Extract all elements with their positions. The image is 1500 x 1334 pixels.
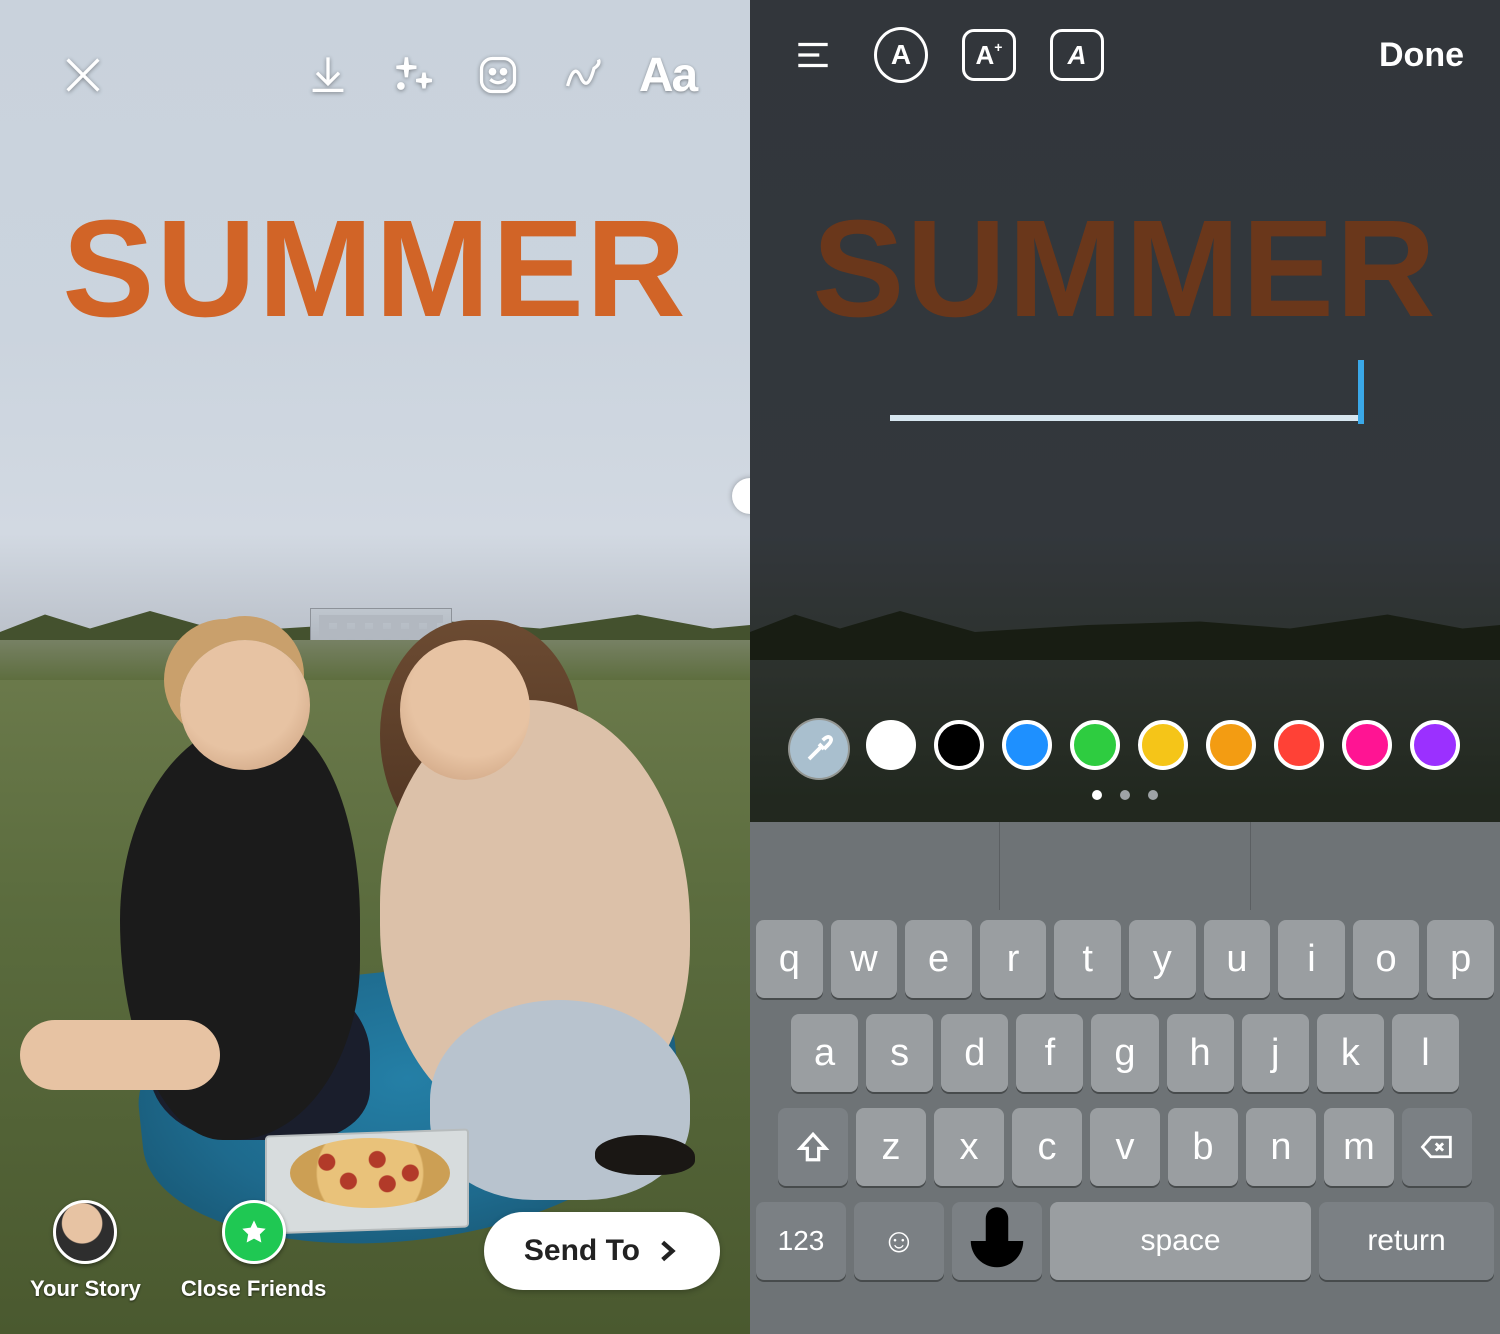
key-x[interactable]: x (934, 1108, 1004, 1186)
color-swatch[interactable] (1070, 720, 1120, 770)
key-c[interactable]: c (1012, 1108, 1082, 1186)
color-swatch[interactable] (1274, 720, 1324, 770)
dictate-key[interactable] (952, 1202, 1042, 1280)
key-h[interactable]: h (1167, 1014, 1234, 1092)
key-q[interactable]: q (756, 920, 823, 998)
avatar (53, 1200, 117, 1264)
send-to-label: Send To (524, 1234, 640, 1268)
emoji-key[interactable]: ☺ (854, 1202, 944, 1280)
key-i[interactable]: i (1278, 920, 1345, 998)
key-y[interactable]: y (1129, 920, 1196, 998)
key-o[interactable]: o (1353, 920, 1420, 998)
shift-key[interactable] (778, 1108, 848, 1186)
key-f[interactable]: f (1016, 1014, 1083, 1092)
color-swatch[interactable] (866, 720, 916, 770)
color-page-dots (750, 790, 1500, 800)
key-v[interactable]: v (1090, 1108, 1160, 1186)
keyboard-suggestion-bar (750, 822, 1500, 910)
key-g[interactable]: g (1091, 1014, 1158, 1092)
key-s[interactable]: s (866, 1014, 933, 1092)
star-icon (222, 1200, 286, 1264)
done-button[interactable]: Done (1379, 36, 1464, 75)
key-a[interactable]: a (791, 1014, 858, 1092)
page-dot[interactable] (1148, 790, 1158, 800)
color-swatch[interactable] (1002, 720, 1052, 770)
chevron-right-icon (654, 1238, 680, 1264)
suggestion-slot[interactable] (1000, 822, 1250, 910)
on-screen-keyboard: qwertyuiop asdfghjkl zxcvbnm 123 ☺ space… (750, 910, 1500, 1334)
key-d[interactable]: d (941, 1014, 1008, 1092)
key-r[interactable]: r (980, 920, 1047, 998)
story-overlay-text[interactable]: SUMMER (0, 190, 750, 349)
your-story-button[interactable]: Your Story (30, 1200, 141, 1302)
color-swatch-row (750, 720, 1500, 778)
page-dot[interactable] (1120, 790, 1130, 800)
key-l[interactable]: l (1392, 1014, 1459, 1092)
key-n[interactable]: n (1246, 1108, 1316, 1186)
key-z[interactable]: z (856, 1108, 926, 1186)
suggestion-slot[interactable] (750, 822, 1000, 910)
sticker-icon[interactable] (455, 45, 540, 105)
close-friends-button[interactable]: Close Friends (181, 1200, 326, 1302)
key-b[interactable]: b (1168, 1108, 1238, 1186)
key-p[interactable]: p (1427, 920, 1494, 998)
color-swatch[interactable] (1138, 720, 1188, 770)
scribble-icon[interactable] (540, 45, 625, 105)
send-to-button[interactable]: Send To (484, 1212, 720, 1290)
color-swatch[interactable] (1342, 720, 1392, 770)
key-k[interactable]: k (1317, 1014, 1384, 1092)
font-effect-box[interactable]: A (1050, 28, 1104, 82)
key-j[interactable]: j (1242, 1014, 1309, 1092)
suggestion-slot[interactable] (1251, 822, 1500, 910)
sparkle-icon[interactable] (370, 45, 455, 105)
return-key[interactable]: return (1319, 1202, 1494, 1280)
font-style-a-plus-box[interactable]: A+ (962, 28, 1016, 82)
color-swatch[interactable] (1410, 720, 1460, 770)
close-friends-label: Close Friends (181, 1276, 326, 1302)
close-icon[interactable] (40, 45, 125, 105)
your-story-label: Your Story (30, 1276, 141, 1302)
color-swatch[interactable] (934, 720, 984, 770)
text-align-icon[interactable] (786, 28, 840, 82)
numbers-key[interactable]: 123 (756, 1202, 846, 1280)
key-t[interactable]: t (1054, 920, 1121, 998)
download-icon[interactable] (285, 45, 370, 105)
story-overlay-text-editing[interactable]: SUMMER (750, 190, 1500, 349)
key-m[interactable]: m (1324, 1108, 1394, 1186)
key-u[interactable]: u (1204, 920, 1271, 998)
space-key[interactable]: space (1050, 1202, 1311, 1280)
font-style-a-circle[interactable]: A (874, 28, 928, 82)
text-tool-button[interactable]: Aa (625, 45, 710, 105)
text-caret (1358, 360, 1364, 424)
color-swatch[interactable] (1206, 720, 1256, 770)
backspace-key[interactable] (1402, 1108, 1472, 1186)
key-w[interactable]: w (831, 920, 898, 998)
text-input-underline (890, 415, 1360, 421)
page-dot[interactable] (1092, 790, 1102, 800)
eyedropper-button[interactable] (790, 720, 848, 778)
key-e[interactable]: e (905, 920, 972, 998)
